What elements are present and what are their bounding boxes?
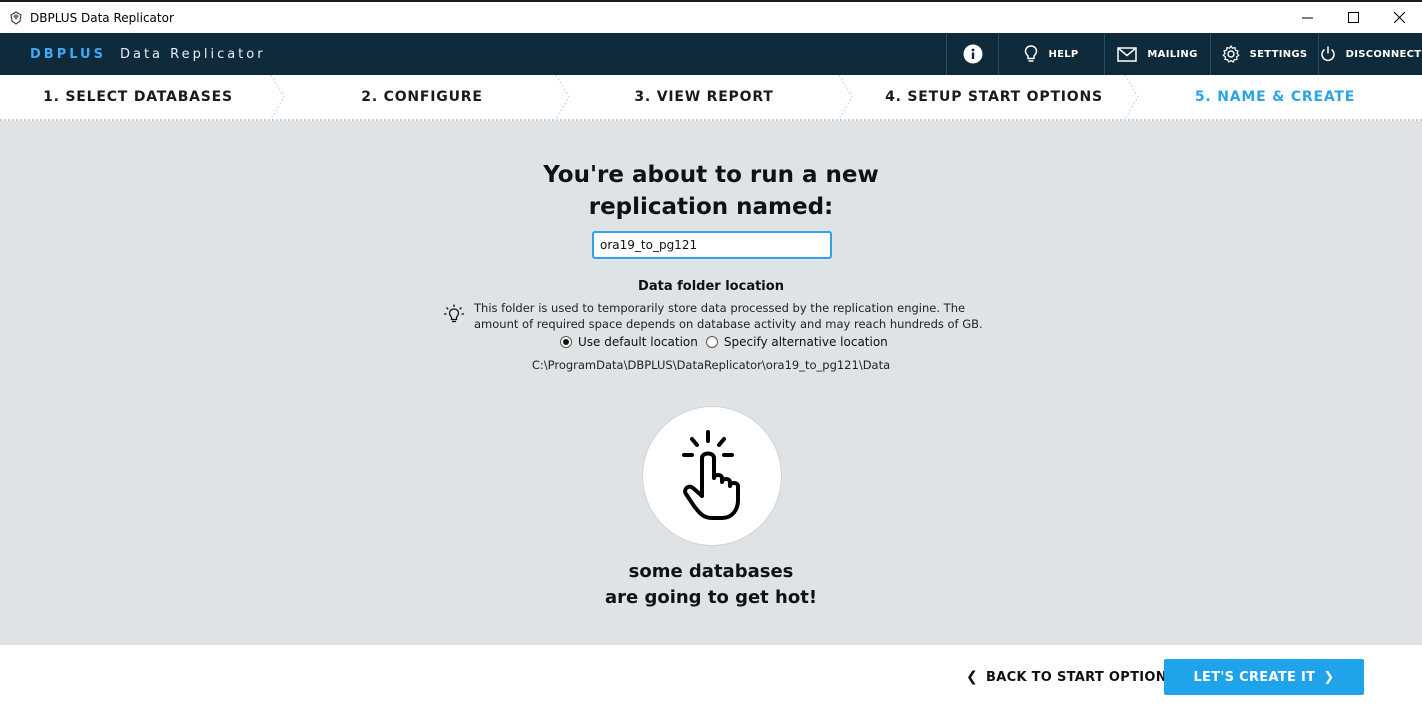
brand-secondary: Data Replicator <box>119 46 266 62</box>
mailing-label: MAILING <box>1147 48 1198 60</box>
gear-icon <box>1221 45 1240 63</box>
data-folder-description: This folder is used to temporarily store… <box>474 301 983 331</box>
settings-label: SETTINGS <box>1249 48 1308 60</box>
maximize-icon <box>1347 12 1359 23</box>
radio-alternative-label[interactable]: Specify alternative location <box>724 335 888 349</box>
tagline-line1: some databases <box>628 561 794 582</box>
folder-location-options: Use default location Specify alternative… <box>560 335 896 349</box>
help-button[interactable]: HELP <box>998 33 1104 75</box>
info-icon <box>963 44 982 64</box>
disconnect-button[interactable]: DISCONNECT <box>1318 33 1422 75</box>
brand-logo: DBPLUS Data Replicator <box>30 47 266 62</box>
close-icon <box>1393 12 1405 23</box>
step-view-report[interactable]: 3. VIEW REPORT <box>566 75 842 119</box>
chevron-left-icon: ❮ <box>966 669 979 685</box>
envelope-icon <box>1117 46 1138 62</box>
minimize-icon <box>1301 17 1313 19</box>
main-content: You're about to run a new replication na… <box>0 121 1422 645</box>
app-logo-icon <box>8 10 24 26</box>
step-separator-icon <box>838 75 853 119</box>
mailing-button[interactable]: MAILING <box>1104 33 1210 75</box>
step-configure[interactable]: 2. CONFIGURE <box>284 75 560 119</box>
step-select-databases[interactable]: 1. SELECT DATABASES <box>0 75 276 119</box>
radio-default-label[interactable]: Use default location <box>578 335 698 349</box>
create-replication-button[interactable]: LET'S CREATE IT ❯ <box>1164 659 1364 695</box>
replication-name-input[interactable] <box>592 231 832 259</box>
app-header: DBPLUS Data Replicator HELP MAILING SETT… <box>0 33 1422 75</box>
create-button-label: LET'S CREATE IT <box>1193 669 1316 685</box>
power-icon <box>1320 46 1335 62</box>
data-folder-title: Data folder location <box>638 279 784 294</box>
minimize-button[interactable] <box>1284 2 1330 33</box>
data-folder-path: C:\ProgramData\DBPLUS\DataReplicator\ora… <box>531 358 891 372</box>
window-title: DBPLUS Data Replicator <box>30 10 174 25</box>
window-controls <box>1284 2 1422 33</box>
back-to-start-options-button[interactable]: ❮ BACK TO START OPTIONS <box>966 661 1177 693</box>
disconnect-label: DISCONNECT <box>1345 48 1422 60</box>
footer-bar: ❮ BACK TO START OPTIONS LET'S CREATE IT … <box>0 645 1422 706</box>
step-setup-start-options[interactable]: 4. SETUP START OPTIONS <box>856 75 1132 119</box>
step-name-and-create[interactable]: 5. NAME & CREATE <box>1138 75 1412 119</box>
settings-button[interactable]: SETTINGS <box>1210 33 1318 75</box>
info-button[interactable] <box>946 33 998 75</box>
page-title-line2: replication named: <box>588 194 834 220</box>
wizard-steps: 1. SELECT DATABASES 2. CONFIGURE 3. VIEW… <box>0 75 1422 121</box>
tagline-line2: are going to get hot! <box>604 587 818 608</box>
page-title-line1: You're about to run a new <box>543 162 879 188</box>
chevron-right-icon: ❯ <box>1323 669 1335 685</box>
header-actions: HELP MAILING SETTINGS DISCONNECT <box>946 33 1422 75</box>
hand-pointer-icon <box>682 430 740 520</box>
maximize-button[interactable] <box>1330 2 1376 33</box>
lightbulb-icon <box>444 304 464 323</box>
close-button[interactable] <box>1376 2 1422 33</box>
page-title: You're about to run a new replication na… <box>0 159 1422 223</box>
back-button-label: BACK TO START OPTIONS <box>986 669 1177 685</box>
radio-default-location[interactable] <box>560 336 572 348</box>
hand-tap-illustration <box>642 406 782 546</box>
help-label: HELP <box>1048 48 1079 60</box>
lightbulb-icon <box>1025 45 1038 62</box>
radio-alternative-location[interactable] <box>705 336 718 348</box>
tagline: some databases are going to get hot! <box>0 559 1422 611</box>
brand-primary: DBPLUS <box>30 46 106 62</box>
window-titlebar: DBPLUS Data Replicator <box>0 0 1422 33</box>
